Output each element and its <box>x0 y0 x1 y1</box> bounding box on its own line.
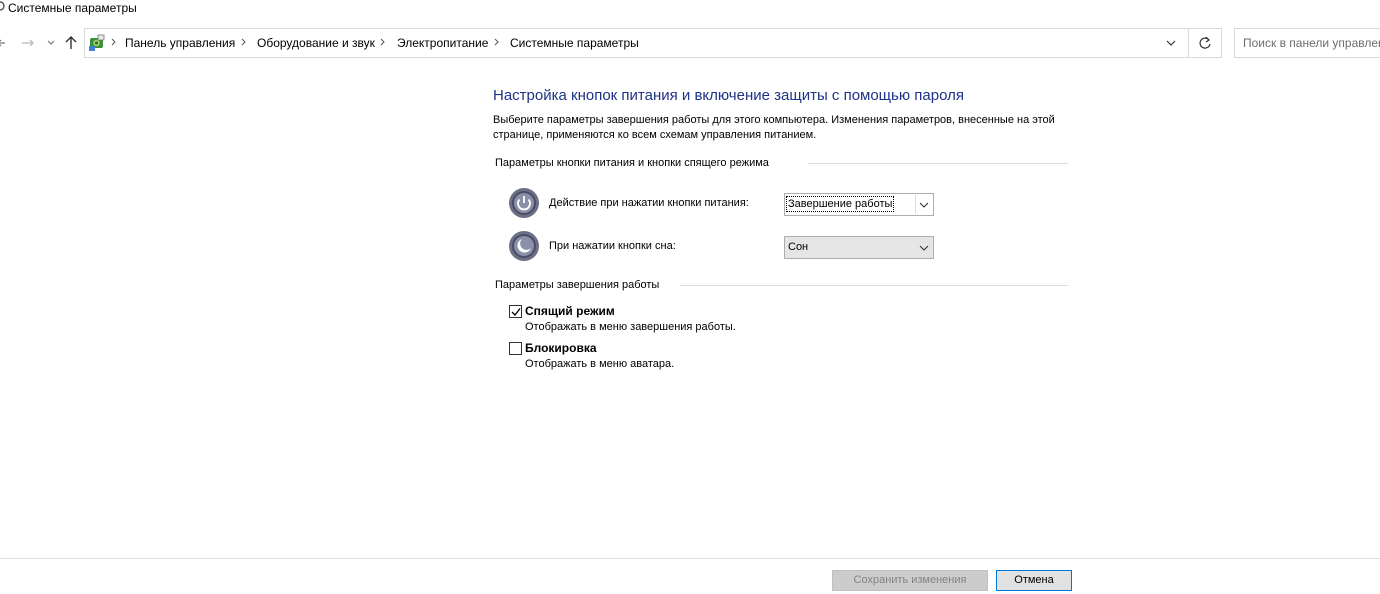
sleep-mode-description: Отображать в меню завершения работы. <box>525 321 736 333</box>
recent-locations-chevron-icon[interactable] <box>45 36 57 50</box>
sleep-button-action-select[interactable]: Сон <box>784 236 934 259</box>
sleep-mode-checkbox[interactable] <box>509 305 522 318</box>
breadcrumb-separator-icon <box>494 38 499 46</box>
sleep-button-action-value: Сон <box>788 241 809 253</box>
breadcrumb-control-panel[interactable]: Панель управления <box>125 36 235 50</box>
breadcrumb-system-settings[interactable]: Системные параметры <box>510 36 639 50</box>
breadcrumb-power-options[interactable]: Электропитание <box>397 36 488 50</box>
page-title: Настройка кнопок питания и включение защ… <box>493 87 964 104</box>
search-input[interactable]: Поиск в панели управления <box>1234 28 1380 58</box>
title-bar: Системные параметры <box>0 0 1380 18</box>
breadcrumb-separator-icon <box>380 38 385 46</box>
refresh-icon[interactable] <box>1197 35 1213 51</box>
chevron-down-icon <box>919 245 929 251</box>
lock-description: Отображать в меню аватара. <box>525 358 675 370</box>
page-description: Выберите параметры завершения работы для… <box>493 114 1055 141</box>
breadcrumb-separator-icon <box>111 38 116 46</box>
power-buttons-group-title: Параметры кнопки питания и кнопки спящег… <box>495 157 769 169</box>
select-divider <box>915 195 916 214</box>
power-button-action-select[interactable]: Завершение работы <box>784 193 934 216</box>
group-divider <box>808 163 1068 164</box>
save-changes-button[interactable]: Сохранить изменения <box>832 570 988 591</box>
power-button-action-label: Действие при нажатии кнопки питания: <box>549 197 749 209</box>
address-dropdown-chevron-icon[interactable] <box>1165 37 1177 49</box>
group-divider <box>680 285 1068 286</box>
sleep-button-action-label: При нажатии кнопки сна: <box>549 240 676 252</box>
control-panel-icon <box>89 34 105 51</box>
checkmark-icon <box>511 308 521 316</box>
search-placeholder: Поиск в панели управления <box>1243 36 1380 50</box>
footer-divider <box>0 558 1380 559</box>
lock-checkbox[interactable] <box>509 342 522 355</box>
cancel-button[interactable]: Отмена <box>996 570 1072 591</box>
forward-arrow-icon[interactable] <box>20 36 36 50</box>
up-arrow-icon[interactable] <box>63 35 79 51</box>
power-icon <box>509 188 539 218</box>
address-bar[interactable]: Панель управления Оборудование и звук Эл… <box>84 28 1222 58</box>
breadcrumb-separator-icon <box>241 38 246 46</box>
chevron-down-icon <box>919 202 929 208</box>
lock-label[interactable]: Блокировка <box>525 341 597 355</box>
shutdown-group-title: Параметры завершения работы <box>495 279 660 291</box>
breadcrumb-hardware-and-sound[interactable]: Оборудование и звук <box>257 36 375 50</box>
control-panel-icon <box>0 1 5 11</box>
back-arrow-icon[interactable] <box>0 36 9 50</box>
window-title: Системные параметры <box>8 1 137 15</box>
sleep-icon <box>509 231 539 261</box>
address-divider <box>1188 29 1189 57</box>
sleep-mode-label[interactable]: Спящий режим <box>525 304 615 318</box>
power-button-action-value: Завершение работы <box>785 196 895 212</box>
